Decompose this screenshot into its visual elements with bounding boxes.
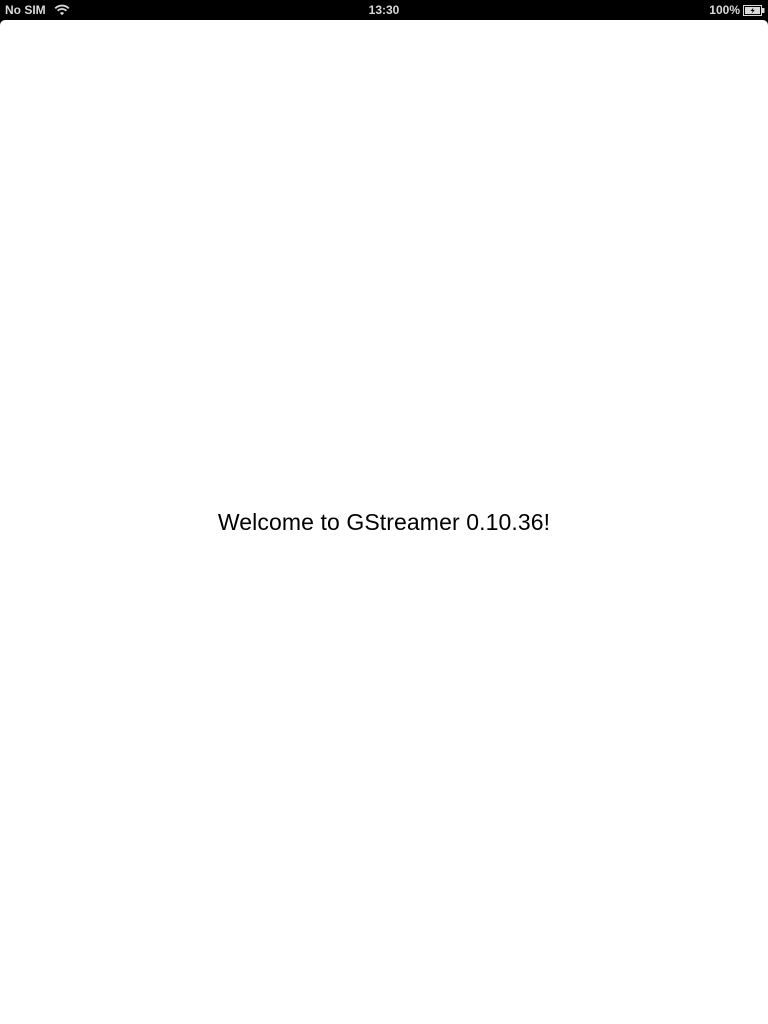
status-right-group: 100% [709,2,765,18]
welcome-label: Welcome to GStreamer 0.10.36! [217,509,551,535]
clock: 13:30 [368,3,400,17]
battery-charging-icon [743,4,765,16]
status-bar: No SIM 13:30 100% [0,0,768,20]
app-content-area: Welcome to GStreamer 0.10.36! [0,20,768,1024]
battery-percent: 100% [709,3,740,17]
